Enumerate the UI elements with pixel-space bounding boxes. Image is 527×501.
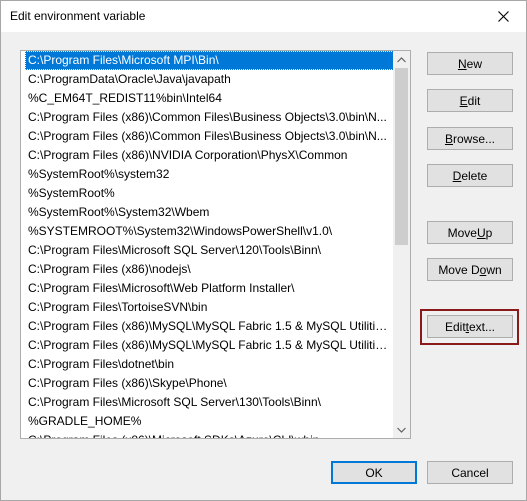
new-button[interactable]: New [427,52,513,75]
list-item[interactable]: C:\Program Files (x86)\MySQL\MySQL Fabri… [21,336,395,355]
move-up-button[interactable]: Move Up [427,221,513,244]
list-item[interactable]: %GRADLE_HOME% [21,412,395,431]
list-item[interactable]: C:\Program Files\dotnet\bin [21,355,395,374]
list-item[interactable]: C:\Program Files\Microsoft SQL Server\12… [21,241,395,260]
list-item[interactable]: C:\Program Files (x86)\nodejs\ [21,260,395,279]
edit-env-variable-dialog: Edit environment variable C:\Program Fil… [0,0,527,501]
chevron-down-icon [397,427,406,433]
list-item-selected[interactable]: C:\Program Files\Microsoft MPI\Bin\ [25,51,394,70]
title-bar: Edit environment variable [1,1,526,32]
scrollbar-thumb[interactable] [395,68,408,245]
ok-button[interactable]: OK [331,461,417,484]
list-item[interactable]: C:\Program Files (x86)\NVIDIA Corporatio… [21,146,395,165]
list-item[interactable]: %SystemRoot%\System32\Wbem [21,203,395,222]
chevron-up-icon [397,56,406,62]
edit-text-button[interactable]: Edit t ext... [427,315,513,338]
path-list-items: C:\Program Files\Microsoft MPI\Bin\ C:\Pr… [21,51,395,438]
dialog-title: Edit environment variable [10,9,146,23]
list-item[interactable]: C:\Program Files (x86)\MySQL\MySQL Fabri… [21,317,395,336]
list-item[interactable]: %SYSTEMROOT%\System32\WindowsPowerShell\… [21,222,395,241]
list-item[interactable]: %C_EM64T_REDIST11%bin\Intel64 [21,89,395,108]
list-item[interactable]: %SystemRoot%\system32 [21,165,395,184]
close-icon [497,11,509,22]
list-item[interactable]: C:\ProgramData\Oracle\Java\javapath [21,70,395,89]
list-item[interactable]: C:\Program Files (x86)\Microsoft SDKs\Az… [21,431,395,438]
delete-button[interactable]: Delete [427,164,513,187]
list-item[interactable]: C:\Program Files\Microsoft\Web Platform … [21,279,395,298]
close-button[interactable] [480,1,526,32]
vertical-scrollbar[interactable] [393,51,410,438]
list-item[interactable]: %SystemRoot% [21,184,395,203]
edit-button[interactable]: Edit [427,89,513,112]
list-item[interactable]: C:\Program Files (x86)\Common Files\Busi… [21,127,395,146]
list-item[interactable]: C:\Program Files\Microsoft SQL Server\13… [21,393,395,412]
list-item[interactable]: C:\Program Files\TortoiseSVN\bin [21,298,395,317]
cancel-button[interactable]: Cancel [427,461,513,484]
list-item[interactable]: C:\Program Files (x86)\Common Files\Busi… [21,108,395,127]
move-down-button[interactable]: Move Do wn [427,258,513,281]
scroll-down-button[interactable] [393,421,410,438]
list-item[interactable]: C:\Program Files (x86)\Skype\Phone\ [21,374,395,393]
path-list[interactable]: C:\Program Files\Microsoft MPI\Bin\ C:\Pr… [20,50,411,439]
browse-button[interactable]: Browse... [427,127,513,150]
scroll-up-button[interactable] [393,51,410,68]
